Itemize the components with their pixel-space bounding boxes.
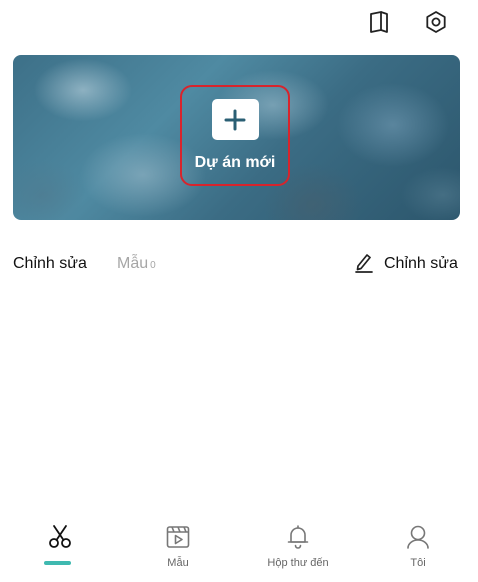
tab-template-label: Mẫu [117, 255, 149, 272]
scissors-icon [47, 521, 73, 553]
tab-template-count: 0 [150, 260, 156, 271]
plus-icon [211, 99, 259, 140]
nav-label-inbox: Hộp thư đến [267, 557, 329, 569]
home-screen: Dự án mới Chỉnh sửa Mẫu 0 Chỉnh sửa Mẫu … [0, 0, 478, 582]
tab-template[interactable]: Mẫu 0 [117, 255, 156, 273]
bell-icon [285, 521, 311, 553]
nav-label-profile: Tôi [410, 557, 426, 569]
pencil-icon [354, 251, 374, 278]
nav-item-profile[interactable]: Tôi [358, 515, 478, 575]
nav-item-inbox[interactable]: Hộp thư đến [238, 515, 358, 575]
settings-icon[interactable] [421, 7, 451, 37]
bottom-nav: Mẫu Hộp thư đến Tôi [0, 515, 478, 582]
book-icon[interactable] [364, 7, 394, 37]
nav-label-template: Mẫu [167, 557, 189, 569]
edit-action-button[interactable]: Chỉnh sửa [354, 253, 458, 275]
active-tab-indicator [44, 561, 71, 565]
new-project-label: Dự án mới [194, 154, 276, 171]
user-icon [405, 521, 431, 553]
nav-item-template[interactable]: Mẫu [118, 515, 238, 575]
template-play-icon [165, 521, 191, 553]
tab-edit[interactable]: Chỉnh sửa [13, 255, 87, 273]
new-project-button[interactable]: Dự án mới [180, 85, 290, 186]
nav-item-edit[interactable] [0, 515, 120, 575]
edit-action-label: Chỉnh sửa [384, 255, 458, 272]
